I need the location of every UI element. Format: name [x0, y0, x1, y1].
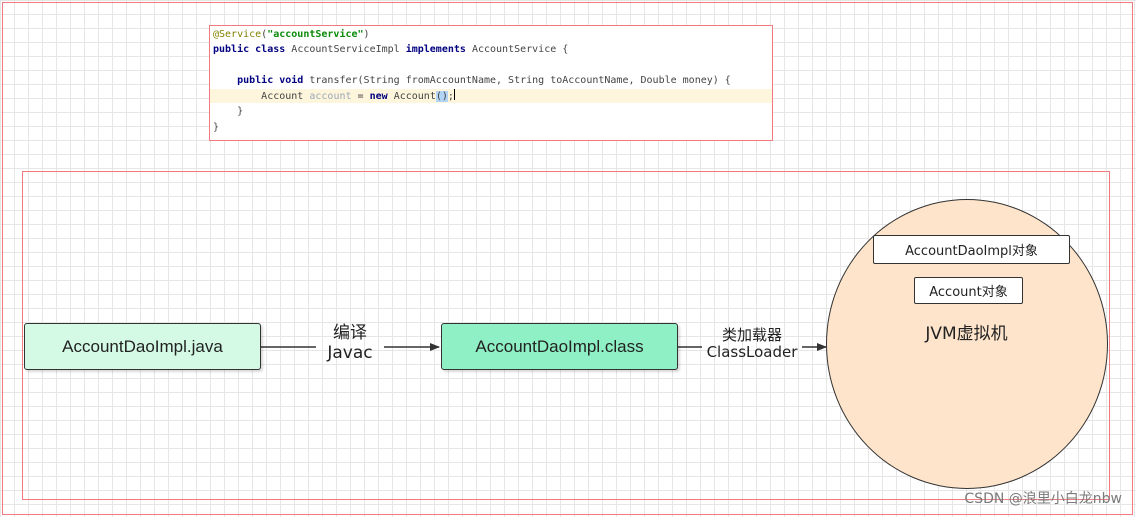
compile-tool-text: Javac — [327, 342, 373, 363]
source-file-node: AccountDaoImpl.java — [24, 323, 261, 370]
jvm-object-daoimpl: AccountDaoImpl对象 — [873, 235, 1070, 264]
loader-tool-text: ClassLoader — [706, 343, 798, 362]
watermark: CSDN @浪里小白龙nbw — [964, 491, 1122, 507]
source-file-label: AccountDaoImpl.java — [62, 336, 223, 356]
jvm-label: JVM虚拟机 — [925, 324, 1008, 344]
jvm-object-account-label: Account对象 — [929, 285, 1008, 300]
jvm-object-account: Account对象 — [914, 277, 1023, 304]
loader-edge-label: 类加载器 ClassLoader — [700, 326, 804, 362]
class-file-node: AccountDaoImpl.class — [441, 323, 678, 370]
compile-edge-label: 编译 Javac — [315, 323, 385, 363]
class-file-label: AccountDaoImpl.class — [475, 336, 644, 356]
compile-label-text: 编译 — [333, 323, 367, 343]
loader-label-text: 类加载器 — [721, 326, 782, 344]
jvm-object-daoimpl-label: AccountDaoImpl对象 — [905, 244, 1038, 259]
